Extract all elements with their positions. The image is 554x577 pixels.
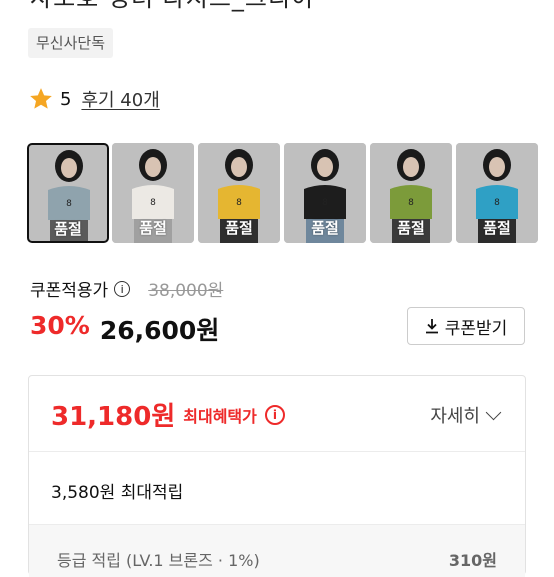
max-benefit-row: 31,180원 최대혜택가 i [51, 396, 285, 433]
rating-score: 5 [60, 88, 72, 110]
svg-text:8: 8 [322, 198, 328, 208]
info-icon[interactable]: i [264, 404, 285, 425]
grade-points-label: 등급 적립 (LV.1 브론즈 · 1%) [57, 551, 260, 570]
product-title: 사소호 킹녀 라지즈_크리이 [30, 0, 314, 13]
divider [29, 451, 525, 452]
svg-text:8: 8 [150, 198, 156, 208]
soldout-label: 품절 [54, 220, 82, 238]
max-benefit-price: 31,180원 [51, 402, 176, 432]
variant-thumbnails: 8 품절 8 품절 8 품절 8 품절 8 품절 8 품절 [27, 143, 538, 243]
coupon-price-label-row: 쿠폰적용가 i 38,000원 [30, 276, 223, 301]
soldout-label: 품절 [483, 219, 511, 237]
coupon-download-button[interactable]: 쿠폰받기 [407, 307, 525, 345]
sale-price: 26,600원 [99, 316, 220, 345]
variant-thumbnail[interactable]: 8 품절 [284, 143, 366, 243]
star-icon [30, 88, 52, 109]
reviews-link[interactable]: 후기 40개 [81, 86, 159, 112]
variant-thumbnail[interactable]: 8 품절 [370, 143, 452, 243]
download-icon [425, 319, 438, 334]
coupon-button-label: 쿠폰받기 [444, 318, 508, 339]
svg-text:8: 8 [408, 198, 414, 208]
soldout-label: 품절 [225, 219, 253, 237]
soldout-label: 품절 [311, 219, 339, 237]
grade-points-amount: 310원 [448, 551, 497, 570]
svg-text:8: 8 [236, 198, 242, 208]
coupon-price-label: 쿠폰적용가 [30, 281, 109, 301]
svg-text:8: 8 [494, 198, 500, 208]
exclusive-badge: 무신사단독 [28, 28, 114, 58]
original-price: 38,000원 [148, 281, 224, 301]
variant-thumbnail[interactable]: 8 품절 [27, 143, 109, 243]
price-row: 30% 26,600원 [30, 311, 219, 347]
detail-label: 자세히 [430, 406, 480, 427]
svg-text:8: 8 [66, 199, 72, 209]
max-points: 3,580원 최대적립 [51, 483, 184, 503]
discount-rate: 30% [30, 311, 90, 340]
soldout-label: 품절 [397, 219, 425, 237]
max-benefit-label: 최대혜택가 [183, 406, 257, 426]
benefit-box: 31,180원 최대혜택가 i 자세히 3,580원 최대적립 등급 적립 (L… [28, 375, 526, 577]
info-icon[interactable]: i [114, 280, 131, 297]
soldout-label: 품절 [139, 219, 167, 237]
variant-thumbnail[interactable]: 8 품절 [198, 143, 280, 243]
rating-row: 5 후기 40개 [28, 86, 160, 112]
detail-toggle[interactable]: 자세히 [430, 402, 502, 428]
variant-thumbnail[interactable]: 8 품절 [112, 143, 194, 243]
points-breakdown: 등급 적립 (LV.1 브론즈 · 1%) 310원 [29, 524, 525, 577]
variant-thumbnail[interactable]: 8 품절 [456, 143, 538, 243]
chevron-down-icon [485, 404, 502, 420]
